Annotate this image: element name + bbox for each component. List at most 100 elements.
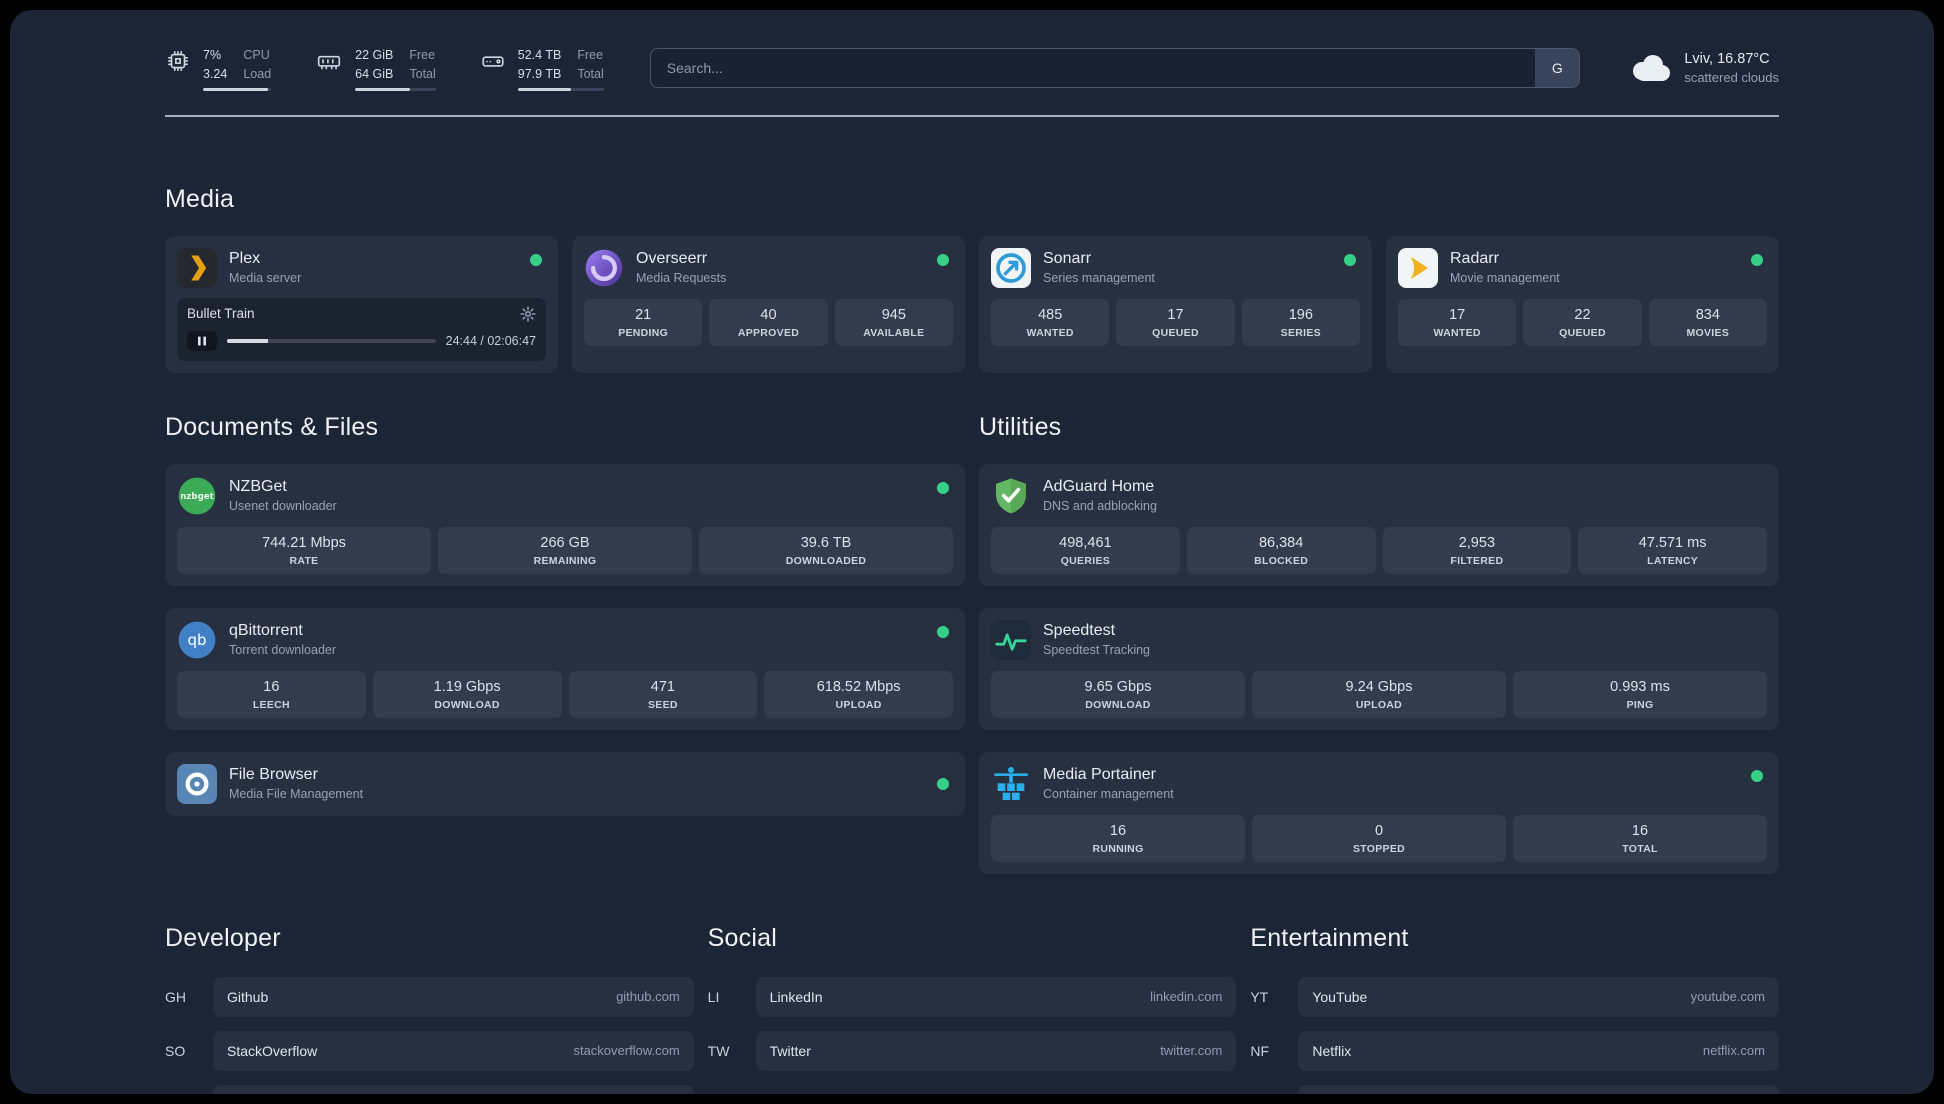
- status-dot: [937, 253, 949, 266]
- bookmark-link[interactable]: Github github.com: [213, 976, 694, 1017]
- bookmark-link[interactable]: Netflix netflix.com: [1298, 1030, 1779, 1071]
- app-description: DNS and adblocking: [1043, 499, 1157, 513]
- top-bar: 7% 3.24 CPU Load 22 GiB 64 GiB Free Tota…: [165, 46, 1779, 91]
- app-card-qbittorrent[interactable]: qb qBittorrent Torrent downloader 16 LEE…: [165, 607, 965, 730]
- status-dot: [937, 625, 949, 638]
- stat-leech: 16 LEECH: [177, 670, 366, 718]
- resource-memory: 22 GiB 64 GiB Free Total: [315, 46, 436, 91]
- section-title-media: Media: [165, 184, 235, 213]
- header-divider: [165, 114, 1779, 117]
- app-description: Media File Management: [229, 787, 364, 801]
- dashboard-panel: 7% 3.24 CPU Load 22 GiB 64 GiB Free Tota…: [10, 10, 1934, 1094]
- app-name: Speedtest: [1043, 622, 1116, 639]
- overseerr-icon: [584, 248, 624, 288]
- app-card-speedtest[interactable]: Speedtest Speedtest Tracking 9.65 Gbps D…: [979, 607, 1779, 730]
- resource-cpu: 7% 3.24 CPU Load: [165, 46, 272, 91]
- app-description: Movie management: [1450, 271, 1560, 285]
- stat-downloaded: 39.6 TB DOWNLOADED: [699, 526, 953, 574]
- pause-button[interactable]: [187, 330, 217, 351]
- bookmark-link[interactable]: DEV dev.to: [213, 1084, 694, 1094]
- bookmark-dev: DT DEV dev.to: [165, 1084, 694, 1094]
- app-card-nzbget[interactable]: nzbget NZBGet Usenet downloader 744.21 M…: [165, 463, 965, 586]
- weather-condition: scattered clouds: [1684, 70, 1779, 86]
- app-card-portainer[interactable]: Media Portainer Container management 16 …: [979, 751, 1779, 874]
- status-dot: [1344, 253, 1356, 266]
- playback-progress-fill: [227, 338, 268, 343]
- memory-total-label: Total: [409, 66, 436, 81]
- stat-ping: 0.993 ms PING: [1513, 670, 1767, 718]
- stat-upload: 9.24 Gbps UPLOAD: [1252, 670, 1506, 718]
- search-provider-button[interactable]: G: [1535, 49, 1580, 88]
- status-dot: [1751, 769, 1763, 782]
- app-card-sonarr[interactable]: Sonarr Series management 485 WANTED 17 Q…: [979, 235, 1372, 373]
- app-card-adguard[interactable]: AdGuard Home DNS and adblocking 498,461 …: [979, 463, 1779, 586]
- svg-text:nzbget: nzbget: [180, 492, 214, 502]
- weather-widget: Lviv, 16.87°C scattered clouds: [1626, 51, 1779, 85]
- resource-disk: 52.4 TB 97.9 TB Free Total: [480, 46, 604, 91]
- stat-blocked: 86,384 BLOCKED: [1186, 526, 1376, 574]
- stat-download: 9.65 Gbps DOWNLOAD: [991, 670, 1245, 718]
- playback-time: 24:44 / 02:06:47: [445, 333, 536, 348]
- app-description: Series management: [1043, 271, 1155, 285]
- search-bar: G: [649, 48, 1581, 89]
- cpu-usage-value: 7%: [203, 48, 222, 62]
- disk-total-label: Total: [577, 66, 604, 81]
- sonarr-icon: [991, 247, 1031, 288]
- cloud-icon: [1626, 51, 1672, 85]
- app-card-overseerr[interactable]: Overseerr Media Requests 21 PENDING 40 A…: [572, 235, 965, 373]
- settings-gear-icon[interactable]: [520, 305, 536, 322]
- app-name: Overseerr: [636, 250, 708, 267]
- bookmark-netflix: NF Netflix netflix.com: [1250, 1030, 1779, 1071]
- bookmark-link[interactable]: Reddit reddit.com: [1298, 1084, 1779, 1094]
- bookmark-abbr: LI: [707, 988, 720, 1005]
- playback-progress-bar[interactable]: [227, 338, 436, 343]
- bookmark-group-entertainment: Entertainment YT YouTube youtube.com NF …: [1250, 924, 1779, 1094]
- stat-total: 16 TOTAL: [1513, 814, 1767, 862]
- bookmark-group-developer: Developer GH Github github.com SO StackO…: [165, 924, 694, 1094]
- section-title-social: Social: [707, 923, 777, 952]
- resource-widgets: 7% 3.24 CPU Load 22 GiB 64 GiB Free Tota…: [165, 46, 604, 91]
- app-description: Usenet downloader: [229, 499, 337, 513]
- weather-location: Lviv, 16.87°C: [1684, 51, 1770, 68]
- nzbget-icon: nzbget: [177, 476, 217, 516]
- cpu-usage-label: CPU: [243, 48, 270, 62]
- stat-series: 196 SERIES: [1241, 298, 1360, 346]
- stat-upload: 618.52 Mbps UPLOAD: [764, 670, 953, 718]
- bookmark-link[interactable]: Twitter twitter.com: [755, 1030, 1237, 1071]
- memory-usage-bar: [355, 87, 436, 91]
- app-description: Media Requests: [636, 271, 727, 285]
- section-title-utilities: Utilities: [979, 412, 1062, 441]
- app-card-filebrowser[interactable]: File Browser Media File Management: [165, 751, 965, 816]
- bookmark-linkedin: LI LinkedIn linkedin.com: [707, 976, 1237, 1017]
- search-input[interactable]: [649, 48, 1581, 89]
- bookmark-abbr: YT: [1250, 988, 1269, 1005]
- stat-queued: 17 QUEUED: [1116, 298, 1235, 346]
- stat-latency: 47.571 ms LATENCY: [1578, 526, 1767, 574]
- app-name: AdGuard Home: [1043, 478, 1155, 495]
- app-card-plex[interactable]: Plex Media server Bullet Train 24:44 / 0…: [165, 235, 558, 373]
- bookmark-youtube: YT YouTube youtube.com: [1250, 976, 1779, 1017]
- app-name: Sonarr: [1043, 250, 1092, 267]
- memory-icon: [315, 48, 343, 74]
- memory-free-value: 22 GiB: [355, 48, 394, 62]
- app-name: Media Portainer: [1043, 766, 1156, 783]
- bookmark-link[interactable]: YouTube youtube.com: [1298, 976, 1779, 1017]
- bookmark-twitter: TW Twitter twitter.com: [707, 1030, 1237, 1071]
- section-title-documents: Documents & Files: [165, 412, 379, 441]
- stat-remaining: 266 GB REMAINING: [438, 526, 692, 574]
- bookmark-link[interactable]: StackOverflow stackoverflow.com: [213, 1030, 694, 1071]
- bookmark-abbr: TW: [707, 1042, 730, 1059]
- app-card-radarr[interactable]: Radarr Movie management 17 WANTED 22 QUE…: [1386, 235, 1779, 373]
- stat-download: 1.19 Gbps DOWNLOAD: [372, 670, 562, 718]
- adguard-icon: [991, 476, 1031, 516]
- stat-pending: 21 PENDING: [584, 298, 703, 346]
- app-name: Plex: [229, 250, 261, 267]
- bookmark-link[interactable]: LinkedIn linkedin.com: [755, 976, 1237, 1017]
- stat-movies: 834 MOVIES: [1648, 298, 1767, 346]
- section-utilities: Utilities AdGuard Home DNS and adblockin…: [979, 413, 1779, 874]
- memory-total-value: 64 GiB: [355, 66, 394, 81]
- cpu-icon: [165, 48, 191, 74]
- disk-free-value: 52.4 TB: [517, 48, 562, 62]
- status-dot: [530, 253, 542, 266]
- bookmark-group-social: Social LI LinkedIn linkedin.com TW Twitt…: [708, 924, 1237, 1085]
